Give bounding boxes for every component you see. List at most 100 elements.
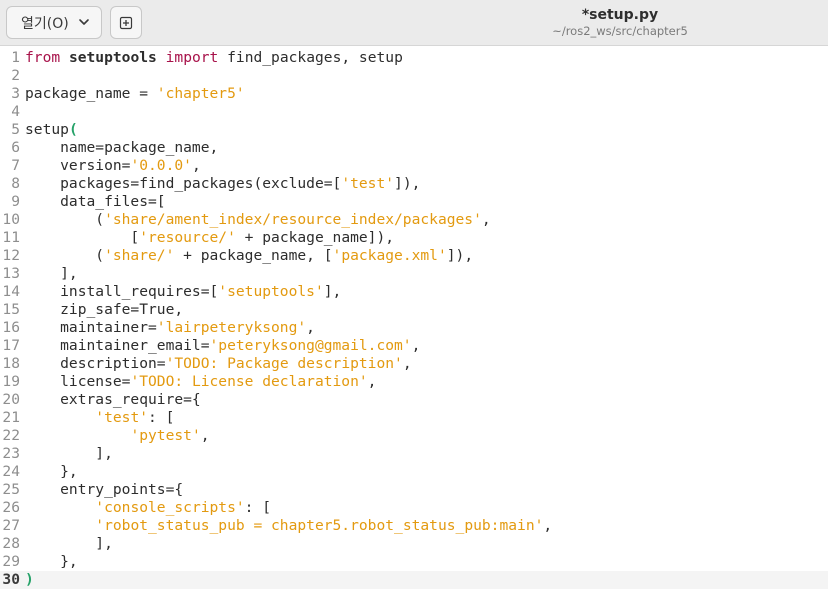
code-token: 'package.xml' [332, 247, 447, 264]
code-line[interactable]: 18 description='TODO: Package descriptio… [0, 355, 828, 373]
code-line[interactable]: 17 maintainer_email='peteryksong@gmail.c… [0, 337, 828, 355]
line-number: 13 [2, 265, 20, 282]
code-line[interactable]: 21 'test': [ [0, 409, 828, 427]
code-token: ]), [394, 175, 421, 192]
code-token: : [ [148, 409, 175, 426]
code-text: description='TODO: Package description', [25, 355, 411, 373]
line-number: 15 [2, 301, 20, 318]
code-token: }, [25, 463, 78, 480]
code-token: license= [25, 373, 131, 390]
code-text: from setuptools import find_packages, se… [25, 49, 403, 67]
code-line[interactable]: 3 package_name = 'chapter5' [0, 85, 828, 103]
code-token: ], [25, 265, 78, 282]
code-token: 'robot_status_pub = chapter5.robot_statu… [95, 517, 544, 534]
code-line[interactable]: 13 ], [0, 265, 828, 283]
line-number: 25 [2, 481, 20, 498]
code-token: find_packages, setup [218, 49, 403, 66]
code-token: entry_points={ [25, 481, 184, 498]
code-token: extras_require={ [25, 391, 201, 408]
line-number: 2 [11, 67, 20, 84]
code-line[interactable]: 22 'pytest', [0, 427, 828, 445]
code-token: maintainer_email= [25, 337, 210, 354]
code-token: '0.0.0' [130, 157, 192, 174]
line-number: 28 [2, 535, 20, 552]
line-number: 8 [11, 175, 20, 192]
code-token: setuptools [68, 49, 157, 66]
code-text: ('share/' + package_name, ['package.xml'… [25, 247, 473, 265]
code-line[interactable]: 26 'console_scripts': [ [0, 499, 828, 517]
code-token: , [367, 373, 377, 390]
code-line[interactable]: 19 license='TODO: License declaration', [0, 373, 828, 391]
code-token: ) [25, 571, 34, 588]
code-text: }, [25, 553, 78, 571]
code-token: , [200, 427, 210, 444]
code-text: install_requires=['setuptools'], [25, 283, 341, 301]
code-line[interactable]: 23 ], [0, 445, 828, 463]
code-line[interactable]: 8 packages=find_packages(exclude=['test'… [0, 175, 828, 193]
code-token: }, [25, 553, 78, 570]
code-line[interactable]: 15 zip_safe=True, [0, 301, 828, 319]
code-line[interactable]: 28 ], [0, 535, 828, 553]
code-token: from [25, 49, 61, 66]
line-number: 20 [2, 391, 20, 408]
line-number: 9 [11, 193, 20, 210]
new-tab-button[interactable] [110, 6, 142, 39]
code-line[interactable]: 30) [0, 571, 828, 589]
code-text: }, [25, 463, 78, 481]
code-token: ( [68, 121, 78, 138]
line-number: 7 [11, 157, 20, 174]
code-line[interactable]: 20 extras_require={ [0, 391, 828, 409]
code-line[interactable]: 11 ['resource/' + package_name]), [0, 229, 828, 247]
code-text: ['resource/' + package_name]), [25, 229, 394, 247]
code-line[interactable]: 25 entry_points={ [0, 481, 828, 499]
code-text: 'test': [ [25, 409, 174, 427]
code-line[interactable]: 4 [0, 103, 828, 121]
code-token: version= [25, 157, 131, 174]
code-token: ], [323, 283, 342, 300]
code-token: 'TODO: License declaration' [130, 373, 368, 390]
code-text: ('share/ament_index/resource_index/packa… [25, 211, 490, 229]
code-token: 'setuptools' [218, 283, 324, 300]
code-line[interactable]: 5 setup( [0, 121, 828, 139]
code-text: extras_require={ [25, 391, 201, 409]
code-line[interactable]: 10 ('share/ament_index/resource_index/pa… [0, 211, 828, 229]
code-line[interactable]: 9 data_files=[ [0, 193, 828, 211]
chevron-down-icon [79, 19, 89, 25]
code-line[interactable]: 1 from setuptools import find_packages, s… [0, 49, 828, 67]
code-text: zip_safe=True, [25, 301, 183, 319]
code-token: 'share/ament_index/resource_index/packag… [104, 211, 482, 228]
code-text: ) [25, 571, 34, 589]
code-text: 'robot_status_pub = chapter5.robot_statu… [25, 517, 552, 535]
code-token: zip_safe=True, [25, 301, 184, 318]
window-subtitle: ~/ros2_ws/src/chapter5 [552, 24, 688, 38]
code-line[interactable]: 29 }, [0, 553, 828, 571]
line-number: 11 [2, 229, 20, 246]
code-text: license='TODO: License declaration', [25, 373, 376, 391]
open-button[interactable]: 열기(O) [6, 6, 102, 39]
window-title: *setup.py [581, 7, 659, 23]
code-text: ], [25, 265, 78, 283]
code-token: packages=find_packages(exclude=[ [25, 175, 342, 192]
line-number: 3 [11, 85, 20, 102]
code-line[interactable]: 27 'robot_status_pub = chapter5.robot_st… [0, 517, 828, 535]
code-editor[interactable]: 1 from setuptools import find_packages, s… [0, 47, 828, 601]
line-number: 27 [2, 517, 20, 534]
code-token: 'lairpeteryksong' [156, 319, 307, 336]
code-token: 'share/' [104, 247, 175, 264]
code-line[interactable]: 2 [0, 67, 828, 85]
code-line[interactable]: 12 ('share/' + package_name, ['package.x… [0, 247, 828, 265]
code-token: 'resource/' [139, 229, 236, 246]
code-token: , [306, 319, 315, 336]
code-line[interactable]: 16 maintainer='lairpeteryksong', [0, 319, 828, 337]
window-title-block: *setup.py ~/ros2_ws/src/chapter5 [500, 6, 740, 39]
code-token: : [ [244, 499, 272, 516]
code-line[interactable]: 14 install_requires=['setuptools'], [0, 283, 828, 301]
code-token: import [165, 49, 219, 66]
code-line[interactable]: 6 name=package_name, [0, 139, 828, 157]
line-number: 12 [2, 247, 20, 264]
code-line[interactable]: 24 }, [0, 463, 828, 481]
code-text: data_files=[ [25, 193, 165, 211]
code-line[interactable]: 7 version='0.0.0', [0, 157, 828, 175]
